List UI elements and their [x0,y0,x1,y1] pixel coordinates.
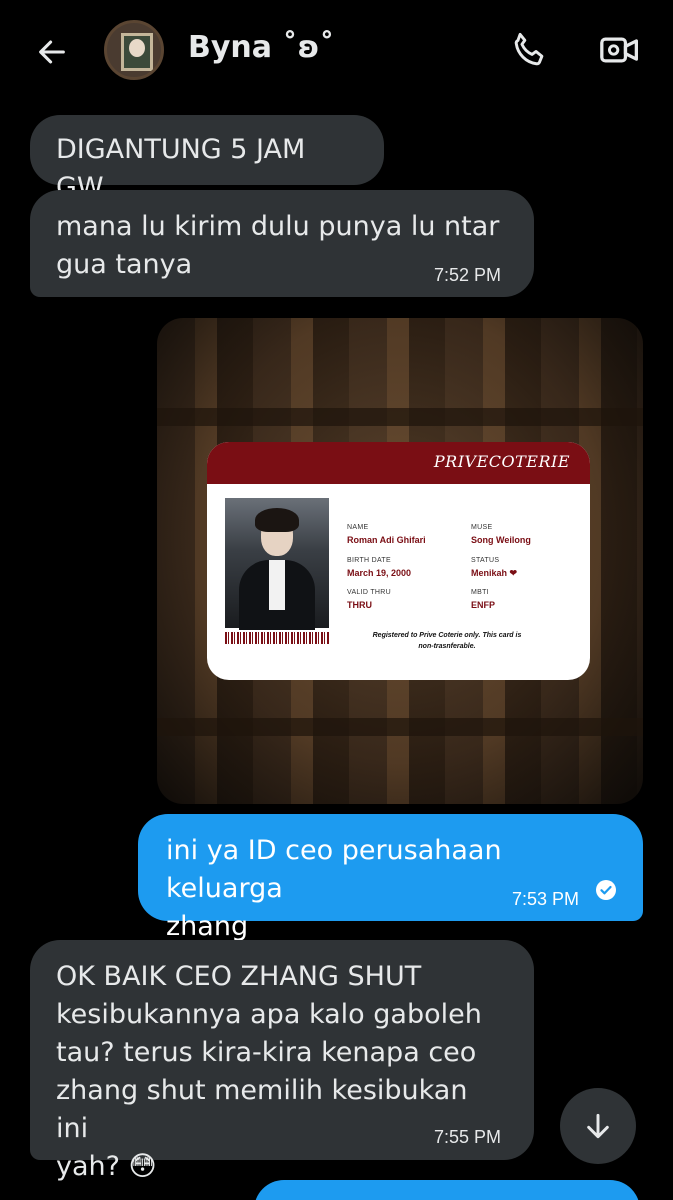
message-text-line: tau? terus kira-kira kenapa ceo [56,1037,477,1068]
message-timestamp: 7:53 PM [512,889,580,909]
field-value-muse: Song Weilong [471,535,531,545]
avatar[interactable] [104,20,164,80]
video-camera-icon [600,37,638,63]
background-shelf [157,718,643,736]
field-value-name: Roman Adi Ghifari [347,535,426,545]
field-label-name: NAME [347,524,369,531]
conversation-title[interactable]: Byna ˚ʚ˚ [188,30,334,65]
phone-icon [514,32,544,66]
photo-hair [255,508,299,532]
field-label-valid: VALID THRU [347,589,391,596]
field-label-muse: MUSE [471,524,493,531]
field-value-mbti: ENFP [471,600,496,610]
field-label-birth: BIRTH DATE [347,557,391,564]
avatar-face [129,39,145,57]
field-label-status: STATUS [471,557,500,564]
chat-header: Byna ˚ʚ˚ [0,0,673,100]
message-bubble-incoming[interactable]: OK BAIK CEO ZHANG SHUT kesibukannya apa … [30,940,534,1182]
arrow-down-icon [587,1113,609,1139]
field-value-status: Menikah ❤ [471,568,518,578]
id-card-note-line: Registered to Prive Coterie only. This c… [372,632,522,639]
id-card-photo [225,498,329,630]
id-card-brand: PRIVECOTERIE [433,452,570,471]
message-bubble-outgoing[interactable]: ini ya ID ceo perusahaan keluarga zhang … [138,814,643,942]
field-value-valid: THRU [347,600,372,610]
field-value-birth: March 19, 2000 [347,568,412,578]
back-button[interactable] [30,30,74,74]
message-timestamp: 7:52 PM [434,265,502,285]
id-card-note-line: non-trasnferable. [418,643,476,650]
background-shelf [157,408,643,426]
message-timestamp: 7:55 PM [434,1127,502,1147]
id-card: PRIVECOTERIE NAME Roman Adi Ghifari MUSE… [207,442,590,680]
call-button[interactable] [508,28,552,72]
field-label-mbti: MBTI [471,589,489,596]
message-text-line: mana lu kirim dulu punya lu ntar [56,211,500,242]
message-text-line: kesibukannya apa kalo gaboleh [56,999,482,1030]
message-text-line: OK BAIK CEO ZHANG SHUT [56,961,422,992]
image-message[interactable]: PRIVECOTERIE NAME Roman Adi Ghifari MUSE… [157,318,643,804]
id-card-header: PRIVECOTERIE [207,442,590,484]
photo-shirt [269,560,285,610]
read-check-icon [596,880,616,900]
id-card-note: Registered to Prive Coterie only. This c… [347,630,547,652]
message-bubble-outgoing[interactable] [254,1180,640,1200]
message-bubble-incoming[interactable]: DIGANTUNG 5 JAM GW [30,115,384,203]
arrow-left-icon [39,40,65,64]
video-call-button[interactable] [598,30,642,70]
message-bubble-incoming[interactable]: mana lu kirim dulu punya lu ntar gua tan… [30,190,534,297]
id-card-barcode [225,632,329,644]
scroll-to-bottom-button[interactable] [560,1088,636,1164]
